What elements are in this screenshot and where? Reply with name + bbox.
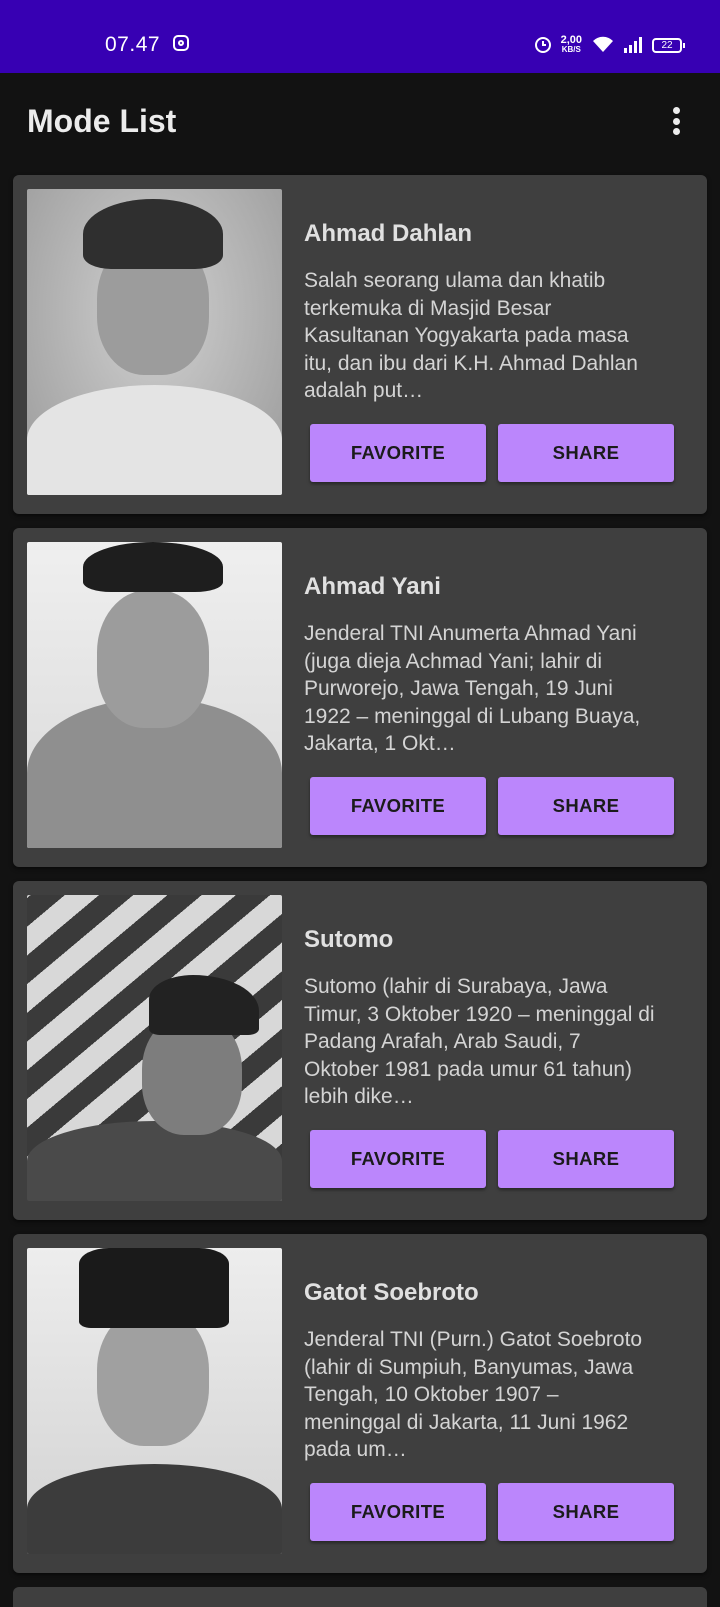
more-vert-icon[interactable] xyxy=(672,107,680,135)
alarm-icon xyxy=(534,37,551,53)
net-speed: 2,00 KB/S xyxy=(561,35,582,55)
list-item: Ahmad Dahlan Salah seorang ulama dan kha… xyxy=(13,175,707,514)
hero-description: Jenderal TNI (Purn.) Gatot Soebroto (lah… xyxy=(304,1328,643,1461)
status-time: 07.47 xyxy=(105,33,161,56)
favorite-button[interactable]: FAVORITE xyxy=(310,1483,486,1541)
battery-level: 22 xyxy=(661,39,673,51)
instagram-icon xyxy=(173,35,189,51)
list-item: Gatot Soebroto Jenderal TNI (Purn.) Gato… xyxy=(13,1234,707,1573)
status-bar: 07.47 2,00 KB/S 22 xyxy=(0,0,720,73)
share-button[interactable]: SHARE xyxy=(498,424,674,482)
list-item: Ahmad Yani Jenderal TNI Anumerta Ahmad Y… xyxy=(13,528,707,867)
favorite-button[interactable]: FAVORITE xyxy=(310,424,486,482)
favorite-button[interactable]: FAVORITE xyxy=(310,777,486,835)
hero-photo xyxy=(27,542,282,848)
hero-name: Ahmad Yani xyxy=(304,573,441,600)
hero-name: Sutomo xyxy=(304,926,394,953)
hero-description: Jenderal TNI Anumerta Ahmad Yani (juga d… xyxy=(304,622,641,755)
status-icons: 2,00 KB/S 22 xyxy=(534,33,685,57)
hero-photo xyxy=(27,895,282,1201)
app-bar: Mode List xyxy=(0,73,720,173)
share-button[interactable]: SHARE xyxy=(498,1130,674,1188)
hero-name: Ahmad Dahlan xyxy=(304,220,473,247)
hero-description: Salah seorang ulama dan khatib terkemuka… xyxy=(304,269,638,402)
list-item: Sutomo Sutomo (lahir di Surabaya, Jawa T… xyxy=(13,881,707,1220)
hero-description: Sutomo (lahir di Surabaya, Jawa Timur, 3… xyxy=(304,975,655,1108)
battery-icon: 22 xyxy=(652,37,685,53)
net-speed-unit: KB/S xyxy=(561,45,581,54)
share-button[interactable]: SHARE xyxy=(498,777,674,835)
favorite-button[interactable]: FAVORITE xyxy=(310,1130,486,1188)
hero-photo xyxy=(27,1248,282,1554)
wifi-icon xyxy=(592,35,614,56)
share-button[interactable]: SHARE xyxy=(498,1483,674,1541)
hero-name: Gatot Soebroto xyxy=(304,1279,479,1306)
page-title: Mode List xyxy=(27,103,177,139)
signal-icon xyxy=(624,37,642,53)
hero-list: Ahmad Dahlan Salah seorang ulama dan kha… xyxy=(13,175,707,1587)
hero-photo xyxy=(27,189,282,495)
list-item-partial xyxy=(13,1587,707,1607)
